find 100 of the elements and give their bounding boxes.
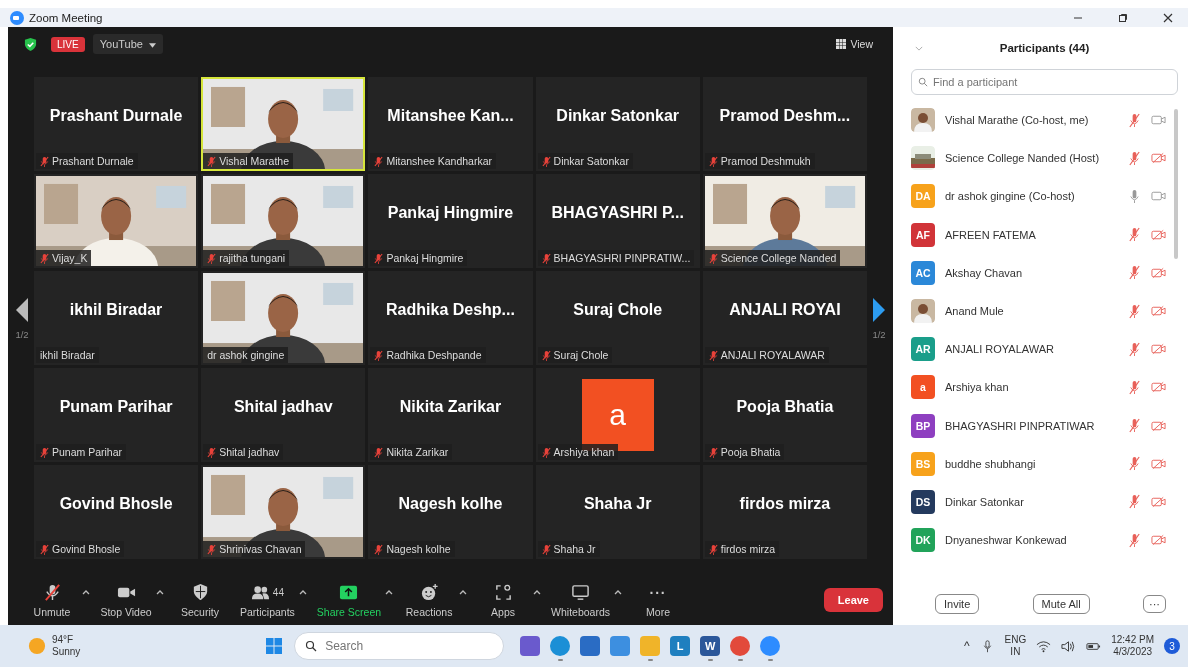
panel-button[interactable]: Mute All: [1032, 594, 1090, 614]
name-label: Pramod Deshmukh: [704, 153, 815, 169]
caret-icon[interactable]: [614, 588, 623, 595]
weather-text: Sunny: [52, 646, 81, 658]
clock-date[interactable]: 4/3/2023: [1113, 646, 1153, 659]
caret-icon[interactable]: [82, 588, 90, 595]
participant-row[interactable]: DS Dinkar Satonkar: [911, 482, 1166, 522]
toolbar-button[interactable]: 44 Participants: [236, 580, 299, 620]
volume-icon[interactable]: [1061, 639, 1077, 653]
toolbar-button[interactable]: Whiteboards: [547, 580, 615, 620]
participant-name: AFREEN FATEMA: [945, 228, 1037, 241]
participant-name: Arshiya khan: [945, 381, 1010, 394]
start-icon[interactable]: [264, 636, 285, 656]
name-label: ANJALI ROYALAWAR: [704, 347, 829, 363]
shield-icon[interactable]: [24, 36, 37, 52]
caret-icon[interactable]: [459, 588, 468, 595]
initials-avatar: DS: [911, 489, 935, 514]
initials-avatar: BP: [911, 413, 935, 438]
tray-caret[interactable]: ^: [963, 639, 970, 653]
toolbar-button[interactable]: Security: [170, 580, 230, 620]
page-indicator: 1/2: [872, 328, 886, 340]
name-label: Shital jadhav: [203, 444, 284, 460]
smiley-icon: [419, 583, 439, 602]
participant-name: buddhe shubhangi: [945, 457, 1037, 470]
participant-row[interactable]: DA dr ashok gingine (Co-host): [911, 177, 1166, 216]
toolbar-button[interactable]: Unmute: [22, 580, 82, 620]
participant-name: Shaha Jr: [583, 495, 652, 513]
participant-row[interactable]: a Arshiya khan: [911, 368, 1166, 407]
participant-row[interactable]: BS buddhe shubhangi: [911, 444, 1166, 483]
name-label: ikhil Biradar: [36, 347, 99, 363]
initials-avatar: AF: [911, 222, 935, 247]
live-badge: LIVE: [51, 36, 85, 52]
search-field[interactable]: Find a participant: [911, 69, 1178, 95]
wifi-icon[interactable]: [1036, 639, 1052, 653]
more-button[interactable]: ···: [1143, 595, 1166, 613]
participant-name: Punam Parihar: [59, 398, 173, 416]
stream-dropdown[interactable]: YouTube: [92, 34, 163, 54]
name-label: Prashant Durnale: [36, 153, 138, 169]
previous-page-icon[interactable]: [14, 296, 30, 323]
toolbar-button[interactable]: Stop Video: [96, 580, 156, 620]
name-label: Vishal Marathe: [203, 153, 294, 169]
participant-row[interactable]: Anand Mule: [911, 291, 1166, 331]
participant-row[interactable]: DK Dnyaneshwar Konkewad: [911, 521, 1166, 560]
next-page-icon[interactable]: [871, 296, 887, 323]
caret-icon[interactable]: [385, 588, 394, 595]
page-indicator: 1/2: [15, 328, 29, 340]
region-code[interactable]: IN: [1010, 646, 1021, 659]
name-label: Suraj Chole: [537, 347, 613, 363]
toolbar-button[interactable]: Apps: [473, 580, 534, 620]
close-icon[interactable]: [1162, 11, 1174, 24]
initials-avatar: a: [911, 375, 935, 400]
initials-avatar: DK: [911, 528, 935, 553]
name-label: Nikita Zarikar: [370, 444, 453, 460]
search-field[interactable]: Search: [294, 632, 505, 660]
participant-name: Suraj Chole: [573, 301, 663, 319]
grid-icon: [836, 39, 847, 49]
caret-icon[interactable]: [298, 588, 307, 595]
participant-row[interactable]: AC Akshay Chavan: [911, 253, 1166, 292]
participant-row[interactable]: BP BHAGYASHRI PINPRATIWAR: [911, 406, 1166, 445]
name-label: rajitha tungani: [203, 250, 290, 266]
name-label: Radhika Deshpande: [370, 347, 486, 363]
participant-row[interactable]: AR ANJALI ROYALAWAR: [911, 330, 1166, 369]
name-label: firdos mirza: [704, 541, 780, 557]
participant-row[interactable]: Science College Nanded (Host): [911, 139, 1166, 178]
participant-row[interactable]: Vishal Marathe (Co-host, me): [911, 101, 1166, 140]
restore-icon[interactable]: [1117, 11, 1129, 24]
participant-name: Nagesh kolhe: [398, 495, 503, 513]
participant-name: Shital jadhav: [233, 398, 333, 416]
name-label: BHAGYASHRI PINPRATIW...: [537, 250, 695, 266]
name-label: Mitanshee Kandharkar: [370, 153, 497, 169]
name-label: dr ashok gingine: [203, 347, 289, 363]
participant-name: Vishal Marathe (Co-host, me): [945, 114, 1090, 127]
participant-name: Science College Nanded (Host): [945, 152, 1101, 165]
initials-avatar: AC: [911, 260, 935, 285]
apps-icon: [493, 583, 513, 602]
name-label: Govind Bhosle: [36, 541, 125, 557]
toolbar-button[interactable]: Reactions: [399, 580, 460, 620]
toolbar-button[interactable]: Share Screen: [312, 580, 386, 620]
view-button[interactable]: View: [830, 37, 879, 51]
participant-name: Prashant Durnale: [49, 107, 183, 125]
participant-name: Dnyaneshwar Konkewad: [945, 534, 1068, 547]
participant-name: ikhil Biradar: [69, 301, 163, 319]
participant-name: Dinkar Satonkar: [945, 495, 1025, 508]
participant-name: Govind Bhosle: [59, 495, 173, 513]
initials-avatar: AR: [911, 337, 935, 362]
caret-icon[interactable]: [533, 588, 542, 595]
name-label: Shrinivas Chavan: [203, 541, 306, 557]
language-code[interactable]: ENG: [1004, 633, 1027, 646]
panel-button[interactable]: Invite: [935, 594, 980, 614]
caret-icon[interactable]: [156, 588, 164, 595]
initials-avatar: DA: [911, 184, 935, 209]
participant-row[interactable]: AF AFREEN FATEMA: [911, 215, 1166, 254]
participant-name: BHAGYASHRI PINPRATIWAR: [945, 419, 1096, 432]
toolbar-button[interactable]: ··· More: [628, 580, 689, 620]
notification-badge[interactable]: 3: [1164, 638, 1180, 654]
people-icon: [250, 583, 270, 602]
clock-time[interactable]: 12:42 PM: [1111, 633, 1154, 646]
participant-name: firdos mirza: [739, 495, 831, 513]
name-label: Vijay_K: [36, 250, 92, 266]
leave-button[interactable]: Leave: [823, 588, 883, 612]
